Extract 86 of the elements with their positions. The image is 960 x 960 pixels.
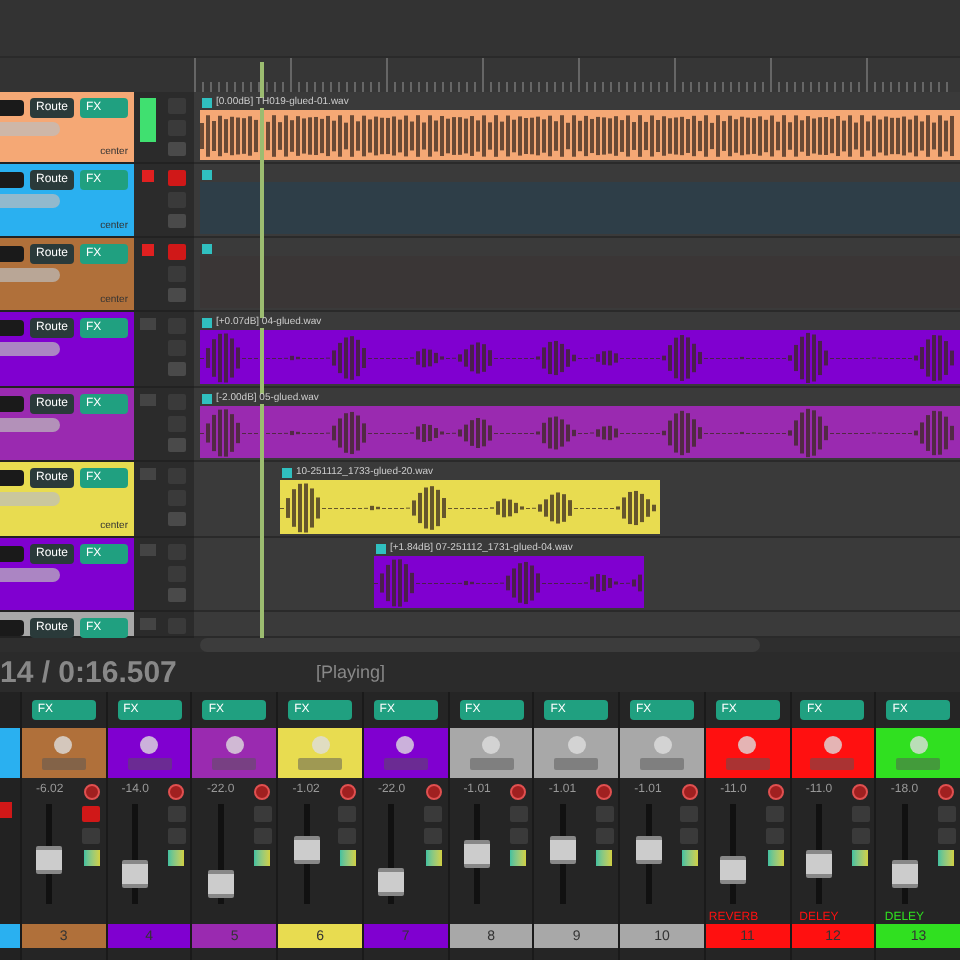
item-icon — [282, 467, 292, 478]
track-name-field[interactable] — [0, 100, 24, 117]
fader-thumb[interactable] — [207, 870, 234, 898]
width-knob[interactable] — [810, 758, 855, 770]
pan-knob[interactable] — [738, 736, 757, 754]
item-icon — [202, 243, 212, 254]
fader-thumb[interactable] — [378, 868, 405, 896]
fader-thumb[interactable] — [122, 860, 149, 888]
record-icon — [254, 784, 271, 800]
record-icon — [681, 784, 698, 800]
pan-slider[interactable] — [0, 568, 60, 583]
track-name-field[interactable] — [0, 470, 24, 487]
mute-button[interactable] — [168, 170, 186, 187]
fader-thumb[interactable] — [293, 835, 320, 863]
pan-knob[interactable] — [54, 736, 73, 754]
width-knob[interactable] — [896, 758, 941, 770]
stereo-icon — [339, 850, 356, 866]
fader-thumb[interactable] — [720, 855, 747, 883]
record-arm-button[interactable] — [168, 438, 186, 453]
record-icon — [938, 784, 955, 800]
horizontal-scrollbar[interactable] — [200, 638, 760, 653]
record-icon — [425, 784, 442, 800]
stereo-icon — [254, 850, 271, 866]
fader-thumb[interactable] — [635, 835, 661, 863]
track-name-field[interactable] — [0, 620, 24, 637]
item-icon — [202, 317, 212, 328]
width-knob[interactable] — [41, 758, 86, 770]
pan-knob[interactable] — [225, 736, 244, 754]
record-icon — [510, 784, 527, 800]
pan-knob[interactable] — [823, 736, 842, 754]
pan-slider[interactable] — [0, 194, 60, 209]
item-icon — [376, 543, 386, 554]
record-arm-button[interactable] — [168, 288, 186, 303]
stereo-icon — [681, 850, 698, 866]
record-arm-button[interactable] — [168, 142, 186, 157]
record-arm-button[interactable] — [168, 362, 186, 377]
item-icon — [202, 393, 212, 404]
width-knob[interactable] — [298, 758, 343, 770]
item-icon — [202, 169, 212, 180]
track-name-field[interactable] — [0, 396, 24, 413]
width-knob[interactable] — [640, 758, 684, 770]
width-knob[interactable] — [554, 758, 599, 770]
pan-slider[interactable] — [0, 342, 60, 357]
record-arm-button[interactable] — [168, 512, 186, 527]
pan-slider[interactable] — [0, 122, 60, 137]
stereo-icon — [852, 850, 869, 866]
stereo-icon — [767, 850, 784, 866]
stereo-icon — [596, 850, 613, 866]
pan-slider[interactable] — [0, 418, 60, 433]
fader-thumb[interactable] — [464, 840, 491, 868]
time-display: 14 / 0:16.507 — [0, 657, 179, 688]
track-name-field[interactable] — [0, 320, 24, 337]
item-icon — [202, 97, 212, 108]
track-name-field[interactable] — [0, 172, 24, 189]
pan-knob[interactable] — [567, 736, 586, 754]
record-arm-button[interactable] — [168, 588, 186, 603]
fader-thumb[interactable] — [36, 845, 63, 873]
mute-button[interactable] — [82, 806, 101, 822]
track-name-field[interactable] — [0, 246, 24, 263]
pan-knob[interactable] — [396, 736, 415, 754]
fader-thumb[interactable] — [549, 835, 576, 863]
record-arm-button[interactable] — [168, 214, 186, 229]
record-icon — [767, 784, 784, 800]
record-icon — [339, 784, 356, 800]
record-icon — [83, 784, 100, 800]
stereo-icon — [83, 850, 100, 866]
record-icon — [852, 784, 869, 800]
stereo-icon — [425, 850, 442, 866]
fader-thumb[interactable] — [891, 860, 918, 888]
stereo-icon — [168, 850, 185, 866]
mute-button[interactable] — [168, 618, 186, 635]
stereo-icon — [510, 850, 527, 866]
pan-knob[interactable] — [482, 736, 501, 754]
record-icon — [596, 784, 613, 800]
stereo-icon — [938, 850, 955, 866]
pan-knob[interactable] — [140, 736, 159, 754]
pan-slider[interactable] — [0, 492, 60, 507]
pan-slider[interactable] — [0, 268, 60, 283]
track-name-field[interactable] — [0, 546, 24, 563]
record-icon — [168, 784, 185, 800]
play-state: [Playing] — [316, 663, 386, 682]
width-knob[interactable] — [725, 758, 770, 770]
fader-thumb[interactable] — [805, 850, 832, 878]
pan-knob[interactable] — [653, 736, 671, 754]
width-knob[interactable] — [469, 758, 514, 770]
mute-button[interactable] — [168, 244, 186, 261]
